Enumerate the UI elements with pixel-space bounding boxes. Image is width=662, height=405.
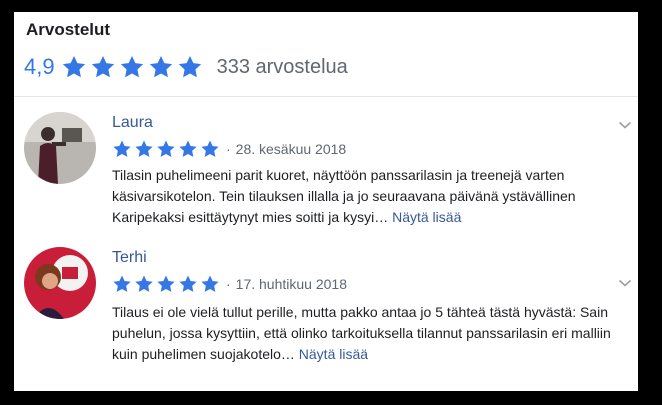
star-icon [201,275,219,292]
review-date[interactable]: 28. kesäkuu 2018 [236,141,347,157]
star-icon [135,140,153,157]
star-icon [178,55,201,78]
separator-dot: · [226,276,231,292]
reviewer-name[interactable]: Terhi [112,249,147,267]
avatar-photo [24,247,96,319]
separator-dot: · [226,141,231,157]
avatar-photo [24,112,96,184]
star-icon [91,55,114,78]
review-count: 333 arvostelua [216,55,348,78]
review-stars [112,274,220,294]
review-date[interactable]: 17. huhtikuu 2018 [236,276,347,292]
star-icon [149,55,172,78]
review-text: Tilaus ei ole vielä tullut perille, mutt… [112,302,617,365]
star-icon [135,275,153,292]
chevron-down-icon[interactable] [618,278,632,288]
star-icon [113,275,131,292]
star-icon [62,55,85,78]
star-icon [179,140,197,157]
chevron-down-icon[interactable] [618,120,632,130]
rating-summary: 4,9 333 arvostelua [24,54,348,80]
average-rating: 4,9 [24,54,55,79]
star-icon [157,275,175,292]
average-stars [61,54,203,80]
review-stars [112,139,220,159]
review-rating: · 28. kesäkuu 2018 [112,139,346,159]
star-icon [157,140,175,157]
review-body: Tilasin puhelimeeni parit kuoret, näyttö… [112,167,576,225]
star-icon [201,140,219,157]
section-title: Arvostelut [26,20,111,39]
star-icon [179,275,197,292]
show-more-link[interactable]: Näytä lisää [392,209,461,225]
avatar[interactable] [24,247,96,319]
reviews-card: Arvostelut 4,9 333 arvostelua Laura · 28… [14,12,638,391]
review-rating: · 17. huhtikuu 2018 [112,274,347,294]
star-icon [120,55,143,78]
star-icon [113,140,131,157]
review-item: Laura · 28. kesäkuu 2018 Tilasin puhelim… [14,112,638,230]
review-item: Terhi · 17. huhtikuu 2018 Tilaus ei ole … [14,247,638,367]
avatar[interactable] [24,112,96,184]
review-text: Tilasin puhelimeeni parit kuoret, näyttö… [112,165,617,228]
show-more-link[interactable]: Näytä lisää [299,346,368,362]
reviews-header: Arvostelut 4,9 333 arvostelua [14,12,638,97]
reviewer-name[interactable]: Laura [112,114,153,132]
